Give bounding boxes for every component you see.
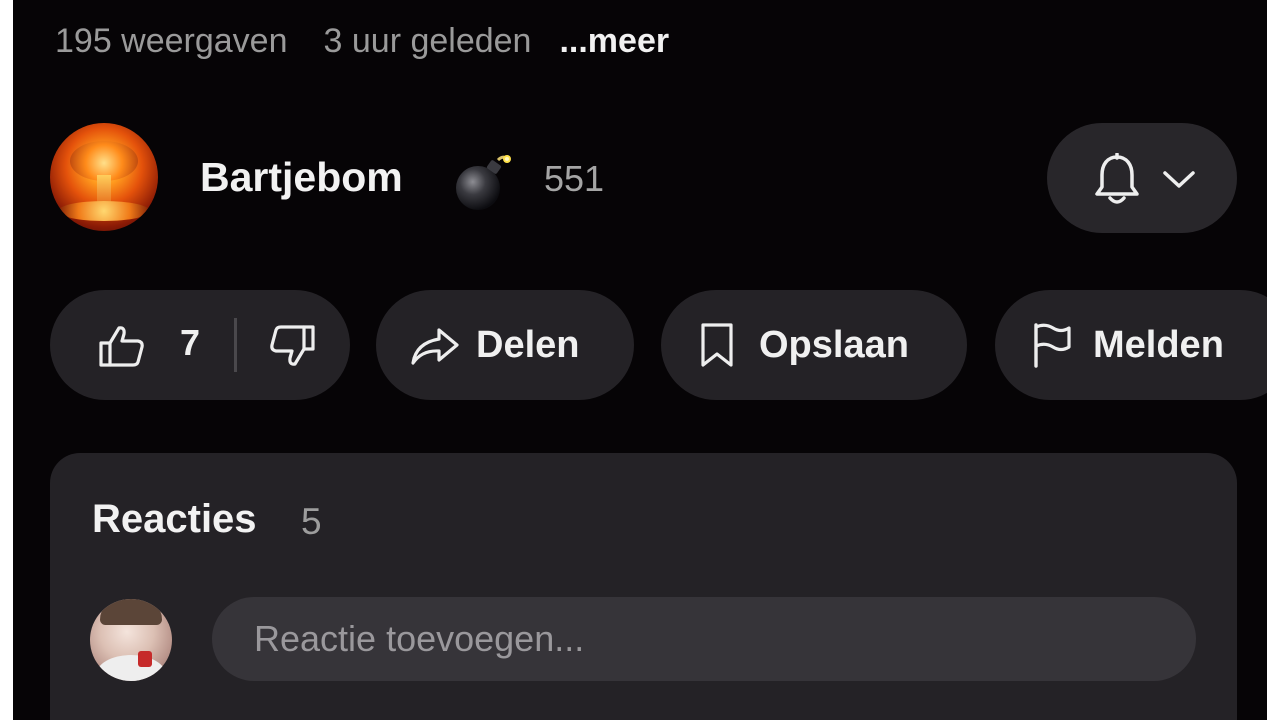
report-label: Melden bbox=[1093, 324, 1224, 366]
thumbs-up-icon[interactable] bbox=[98, 324, 146, 368]
share-button[interactable]: Delen bbox=[376, 290, 634, 400]
more-description-link[interactable]: ...meer bbox=[559, 22, 669, 61]
subscriber-count: 551 bbox=[544, 158, 605, 199]
bookmark-icon bbox=[701, 323, 733, 367]
video-watch-screen: 195 weergaven 3 uur geleden ...meer Bart… bbox=[13, 0, 1267, 720]
save-label: Opslaan bbox=[759, 324, 909, 366]
action-bar: 7 Delen Opslaan Melden bbox=[13, 290, 1267, 400]
channel-row: Bartjebom 551 bbox=[13, 118, 1267, 238]
like-dislike-pill: 7 bbox=[50, 290, 350, 400]
like-count: 7 bbox=[180, 322, 201, 363]
like-divider bbox=[234, 318, 237, 372]
comments-panel[interactable]: Reacties 5 bbox=[50, 453, 1237, 720]
comment-input[interactable] bbox=[212, 597, 1196, 681]
bell-icon bbox=[1095, 153, 1139, 204]
notification-bell-button[interactable] bbox=[1047, 123, 1237, 233]
chevron-down-icon bbox=[1163, 171, 1195, 188]
comments-title: Reacties bbox=[92, 497, 257, 541]
flag-icon bbox=[1034, 323, 1071, 368]
channel-name[interactable]: Bartjebom bbox=[200, 154, 403, 201]
save-button[interactable]: Opslaan bbox=[661, 290, 967, 400]
channel-avatar[interactable] bbox=[50, 123, 158, 231]
upload-time: 3 uur geleden bbox=[323, 21, 532, 60]
comments-count: 5 bbox=[301, 501, 322, 542]
video-meta-row[interactable]: 195 weergaven 3 uur geleden ...meer bbox=[55, 18, 669, 64]
thumbs-down-icon[interactable] bbox=[268, 324, 316, 368]
share-icon bbox=[411, 328, 459, 365]
report-button[interactable]: Melden bbox=[995, 290, 1267, 400]
user-avatar bbox=[90, 599, 172, 681]
share-label: Delen bbox=[476, 324, 580, 366]
bomb-icon bbox=[456, 155, 511, 210]
view-count: 195 weergaven bbox=[55, 21, 288, 60]
